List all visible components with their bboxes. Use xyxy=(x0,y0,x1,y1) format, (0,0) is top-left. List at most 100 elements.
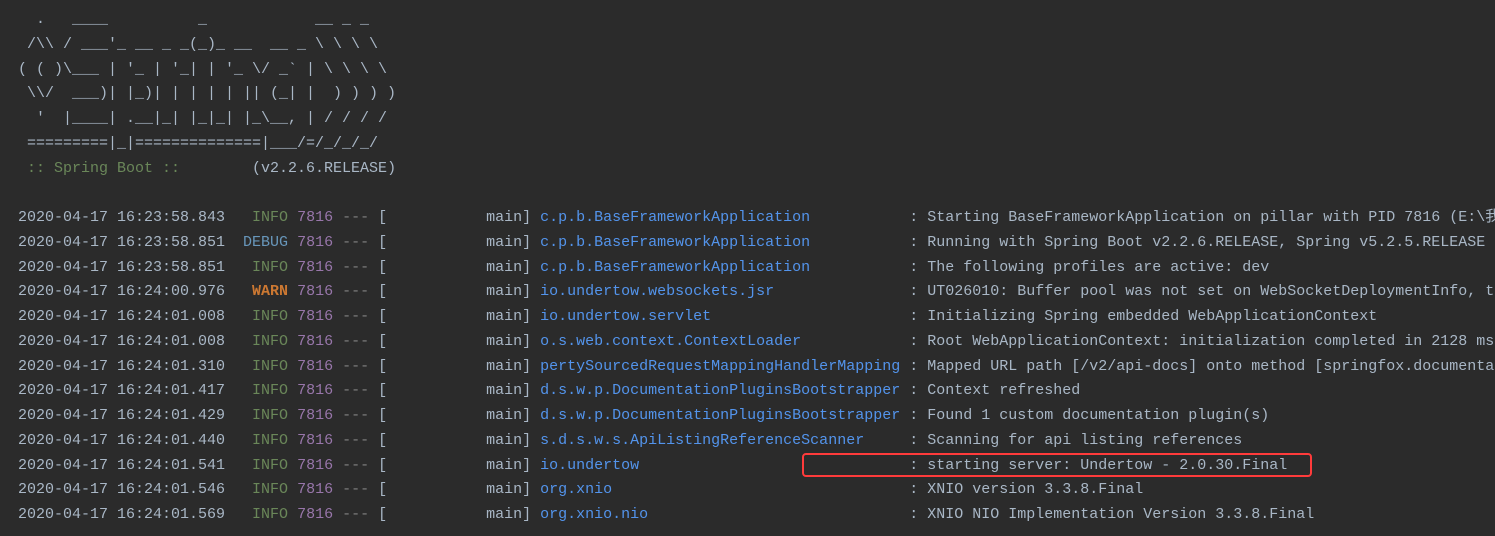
log-level: INFO xyxy=(243,209,288,226)
log-separator: --- xyxy=(333,283,378,300)
log-colon: : xyxy=(900,432,927,449)
log-logger: c.p.b.BaseFrameworkApplication xyxy=(540,234,900,251)
log-colon: : xyxy=(900,259,927,276)
log-colon: : xyxy=(900,382,927,399)
log-timestamp: 2020-04-17 16:23:58.851 xyxy=(18,259,243,276)
log-separator: --- xyxy=(333,308,378,325)
log-line: 2020-04-17 16:24:00.976 WARN 7816 --- [ … xyxy=(18,280,1477,305)
log-level: INFO xyxy=(243,259,288,276)
log-message: XNIO version 3.3.8.Final xyxy=(927,481,1143,498)
ascii-line: \\/ ___)| |_)| | | | | || (_| | ) ) ) ) xyxy=(18,82,1477,107)
log-timestamp: 2020-04-17 16:24:01.417 xyxy=(18,382,243,399)
log-thread: [ main] xyxy=(378,481,540,498)
log-timestamp: 2020-04-17 16:24:01.008 xyxy=(18,308,243,325)
log-thread: [ main] xyxy=(378,234,540,251)
log-thread: [ main] xyxy=(378,457,540,474)
log-pid: 7816 xyxy=(297,308,333,325)
log-level: INFO xyxy=(243,407,288,424)
log-colon: : xyxy=(900,358,927,375)
spring-banner-line: :: Spring Boot :: (v2.2.6.RELEASE) xyxy=(18,157,1477,182)
blank-line xyxy=(18,181,1477,206)
log-logger: c.p.b.BaseFrameworkApplication xyxy=(540,259,900,276)
log-timestamp: 2020-04-17 16:23:58.843 xyxy=(18,209,243,226)
log-pid: 7816 xyxy=(297,432,333,449)
log-line: 2020-04-17 16:24:01.008 INFO 7816 --- [ … xyxy=(18,330,1477,355)
log-thread: [ main] xyxy=(378,382,540,399)
log-timestamp: 2020-04-17 16:24:01.440 xyxy=(18,432,243,449)
log-message: UT026010: Buffer pool was not set on Web… xyxy=(927,283,1495,300)
log-level: INFO xyxy=(243,358,288,375)
log-thread: [ main] xyxy=(378,308,540,325)
log-timestamp: 2020-04-17 16:24:01.546 xyxy=(18,481,243,498)
log-message: Running with Spring Boot v2.2.6.RELEASE,… xyxy=(927,234,1485,251)
log-thread: [ main] xyxy=(378,432,540,449)
log-timestamp: 2020-04-17 16:24:01.429 xyxy=(18,407,243,424)
log-pid: 7816 xyxy=(297,457,333,474)
log-thread: [ main] xyxy=(378,358,540,375)
log-line: 2020-04-17 16:24:01.310 INFO 7816 --- [ … xyxy=(18,355,1477,380)
log-thread: [ main] xyxy=(378,506,540,523)
log-pid: 7816 xyxy=(297,209,333,226)
log-logger: d.s.w.p.DocumentationPluginsBootstrapper xyxy=(540,382,900,399)
log-separator: --- xyxy=(333,457,378,474)
log-colon: : xyxy=(900,506,927,523)
log-line: 2020-04-17 16:23:58.851 INFO 7816 --- [ … xyxy=(18,256,1477,281)
log-separator: --- xyxy=(333,506,378,523)
log-timestamp: 2020-04-17 16:23:58.851 xyxy=(18,234,243,251)
log-level: INFO xyxy=(243,506,288,523)
log-logger: s.d.s.w.s.ApiListingReferenceScanner xyxy=(540,432,900,449)
log-colon: : xyxy=(900,209,927,226)
log-line: 2020-04-17 16:24:01.008 INFO 7816 --- [ … xyxy=(18,305,1477,330)
log-message: The following profiles are active: dev xyxy=(927,259,1269,276)
log-message: Root WebApplicationContext: initializati… xyxy=(927,333,1494,350)
ascii-line: /\\ / ___'_ __ _ _(_)_ __ __ _ \ \ \ \ xyxy=(18,33,1477,58)
log-thread: [ main] xyxy=(378,407,540,424)
log-message: Scanning for api listing references xyxy=(927,432,1242,449)
log-separator: --- xyxy=(333,209,378,226)
log-line: 2020-04-17 16:24:01.541 INFO 7816 --- [ … xyxy=(18,454,1477,479)
log-line: 2020-04-17 16:23:58.843 INFO 7816 --- [ … xyxy=(18,206,1477,231)
log-pid: 7816 xyxy=(297,407,333,424)
log-pid: 7816 xyxy=(297,382,333,399)
log-colon: : xyxy=(900,308,927,325)
log-message: Initializing Spring embedded WebApplicat… xyxy=(927,308,1377,325)
log-logger: o.s.web.context.ContextLoader xyxy=(540,333,900,350)
log-line: 2020-04-17 16:24:01.569 INFO 7816 --- [ … xyxy=(18,503,1477,528)
log-separator: --- xyxy=(333,259,378,276)
log-logger: d.s.w.p.DocumentationPluginsBootstrapper xyxy=(540,407,900,424)
log-colon: : xyxy=(900,333,927,350)
log-separator: --- xyxy=(333,481,378,498)
log-logger: io.undertow.websockets.jsr xyxy=(540,283,900,300)
log-pid: 7816 xyxy=(297,333,333,350)
log-thread: [ main] xyxy=(378,259,540,276)
log-message: starting server: Undertow - 2.0.30.Final xyxy=(927,457,1287,474)
log-pid: 7816 xyxy=(297,358,333,375)
log-thread: [ main] xyxy=(378,283,540,300)
log-pid: 7816 xyxy=(297,481,333,498)
log-separator: --- xyxy=(333,358,378,375)
banner-version: (v2.2.6.RELEASE) xyxy=(189,160,396,177)
log-level: INFO xyxy=(243,382,288,399)
log-line: 2020-04-17 16:24:01.417 INFO 7816 --- [ … xyxy=(18,379,1477,404)
log-timestamp: 2020-04-17 16:24:01.541 xyxy=(18,457,243,474)
log-colon: : xyxy=(900,234,927,251)
ascii-line: . ____ _ __ _ _ xyxy=(18,8,1477,33)
log-thread: [ main] xyxy=(378,209,540,226)
log-timestamp: 2020-04-17 16:24:00.976 xyxy=(18,283,243,300)
log-logger: io.undertow.servlet xyxy=(540,308,900,325)
log-message: Starting BaseFrameworkApplication on pil… xyxy=(927,209,1495,226)
log-message: Context refreshed xyxy=(927,382,1080,399)
ascii-line: =========|_|==============|___/=/_/_/_/ xyxy=(18,132,1477,157)
log-colon: : xyxy=(900,283,927,300)
log-level: INFO xyxy=(243,333,288,350)
log-logger: org.xnio xyxy=(540,481,900,498)
log-pid: 7816 xyxy=(297,506,333,523)
log-pid: 7816 xyxy=(297,259,333,276)
log-message: Mapped URL path [/v2/api-docs] onto meth… xyxy=(927,358,1495,375)
ascii-line: ' |____| .__|_| |_|_| |_\__, | / / / / xyxy=(18,107,1477,132)
log-pid: 7816 xyxy=(297,283,333,300)
log-level: WARN xyxy=(243,283,288,300)
log-level: INFO xyxy=(243,308,288,325)
log-timestamp: 2020-04-17 16:24:01.569 xyxy=(18,506,243,523)
log-logger: c.p.b.BaseFrameworkApplication xyxy=(540,209,900,226)
